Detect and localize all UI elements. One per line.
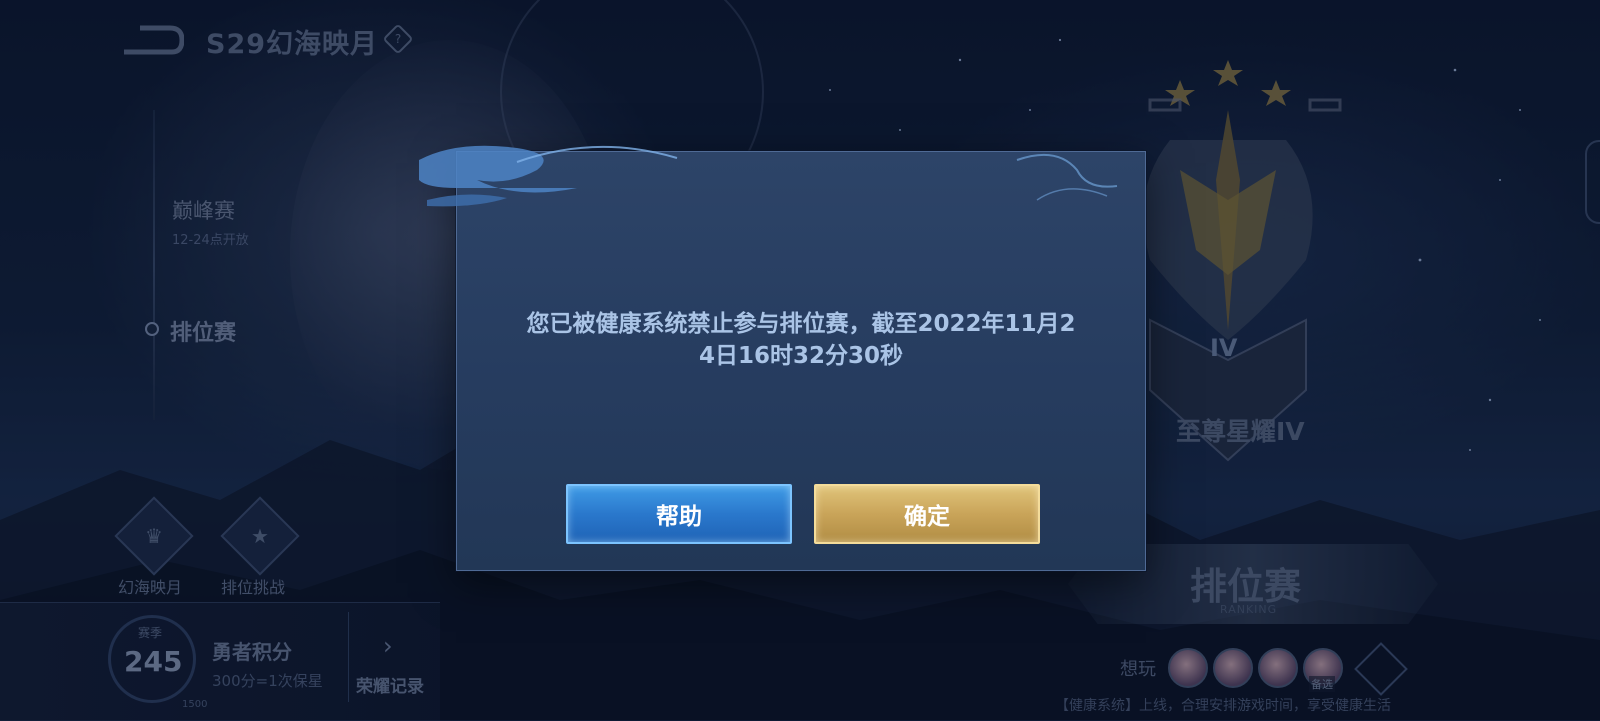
dialog-message-line1: 您已被健康系统禁止参与排位赛，截至2022年11月2: [526, 311, 1076, 337]
dialog-message-line2: 4日16时32分30秒: [698, 343, 904, 369]
wave-ornament: [419, 145, 1118, 207]
health-system-dialog: 您已被健康系统禁止参与排位赛，截至2022年11月2 4日16时32分30秒 帮…: [419, 145, 1146, 571]
dialog-message: 您已被健康系统禁止参与排位赛，截至2022年11月2 4日16时32分30秒: [483, 308, 1119, 372]
confirm-button[interactable]: 确定: [814, 484, 1040, 544]
help-button[interactable]: 帮助: [566, 484, 792, 544]
